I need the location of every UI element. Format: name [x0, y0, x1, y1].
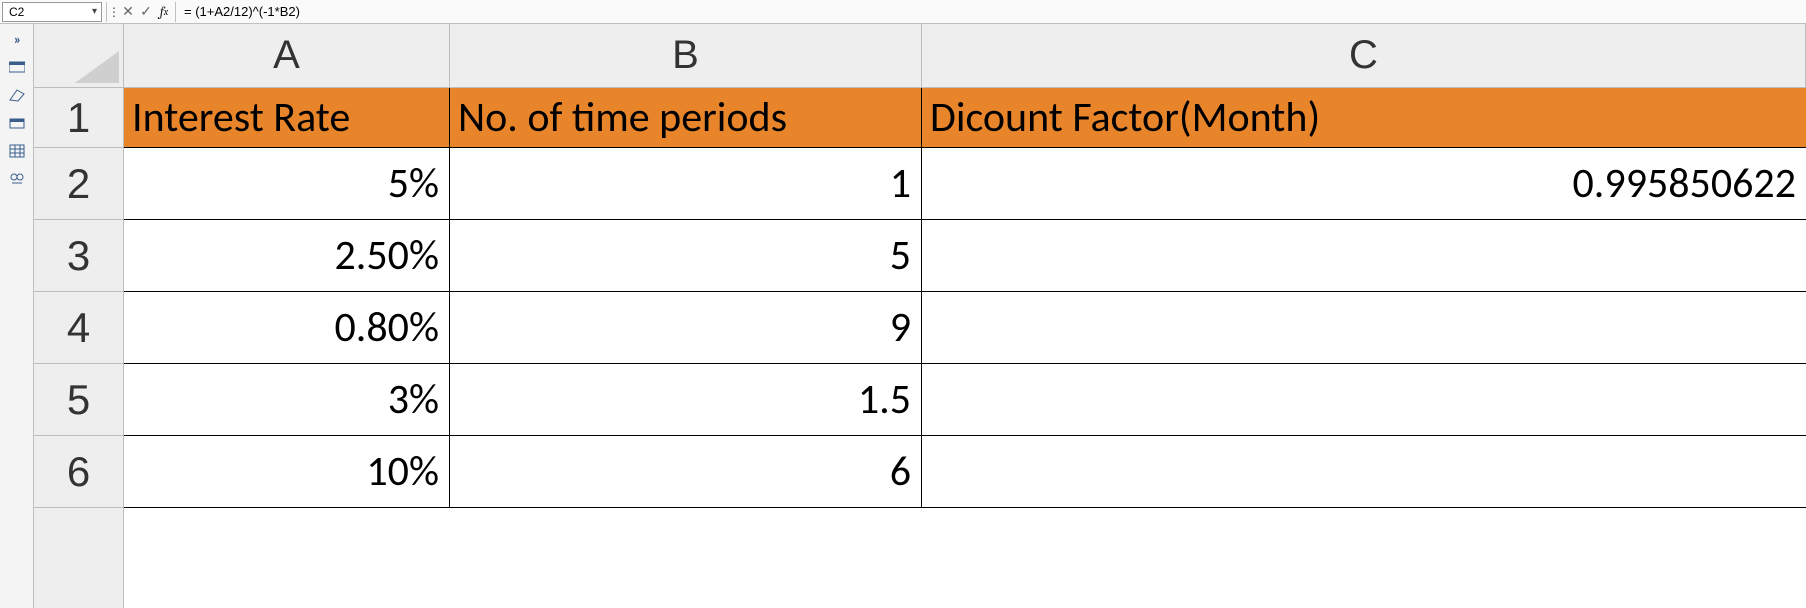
cell-A2[interactable]: 5% — [124, 148, 450, 219]
table-row: 2.50% 5 — [124, 220, 1806, 292]
accept-formula-button[interactable]: ✓ — [137, 2, 155, 22]
cell-B3[interactable]: 5 — [450, 220, 922, 291]
cell-A6[interactable]: 10% — [124, 436, 450, 507]
row-header-2[interactable]: 2 — [34, 148, 123, 220]
cell-C3[interactable] — [922, 220, 1806, 291]
row-header-5[interactable]: 5 — [34, 364, 123, 436]
cell-C1[interactable]: Dicount Factor(Month) — [922, 88, 1806, 147]
row-header-3[interactable]: 3 — [34, 220, 123, 292]
grid-body: Interest Rate No. of time periods Dicoun… — [124, 88, 1806, 608]
cell-C5[interactable] — [922, 364, 1806, 435]
row-header-1[interactable]: 1 — [34, 88, 123, 148]
cell-B2[interactable]: 1 — [450, 148, 922, 219]
column-header-C[interactable]: C — [922, 24, 1806, 87]
column-header-row: A B C — [34, 24, 1806, 88]
column-header-B[interactable]: B — [450, 24, 922, 87]
select-all-corner[interactable] — [34, 24, 124, 87]
row-header-column: 1 2 3 4 5 6 — [34, 88, 124, 608]
chevron-down-icon: ▾ — [92, 6, 97, 17]
functions-icon[interactable] — [6, 170, 28, 188]
table-header-row: Interest Rate No. of time periods Dicoun… — [124, 88, 1806, 148]
cell-A3[interactable]: 2.50% — [124, 220, 450, 291]
cell-B5[interactable]: 1.5 — [450, 364, 922, 435]
name-box[interactable]: C2 ▾ — [2, 2, 102, 22]
table-row: 5% 1 0.995850622 — [124, 148, 1806, 220]
function-wizard-button[interactable]: fx — [155, 2, 173, 22]
cell-B4[interactable]: 9 — [450, 292, 922, 363]
row-header-6[interactable]: 6 — [34, 436, 123, 508]
cell-C4[interactable] — [922, 292, 1806, 363]
cell-C2[interactable]: 0.995850622 — [922, 148, 1806, 219]
cell-A5[interactable]: 3% — [124, 364, 450, 435]
cell-B1[interactable]: No. of time periods — [450, 88, 922, 147]
formula-input[interactable] — [178, 2, 1806, 22]
name-box-value: C2 — [9, 5, 24, 19]
table-row: 3% 1.5 — [124, 364, 1806, 436]
formula-bar-row: C2 ▾ ⋮ ✕ ✓ fx — [0, 0, 1806, 24]
expand-sidebar-icon[interactable]: » — [6, 30, 28, 48]
gallery-icon[interactable] — [6, 114, 28, 132]
cell-A1[interactable]: Interest Rate — [124, 88, 450, 147]
navigator-icon[interactable] — [6, 142, 28, 160]
separator — [175, 2, 176, 22]
spreadsheet: A B C 1 2 3 4 5 6 Interest Rate No. of t… — [34, 24, 1806, 608]
cell-A4[interactable]: 0.80% — [124, 292, 450, 363]
kebab-icon[interactable]: ⋮ — [109, 2, 119, 22]
table-row: 0.80% 9 — [124, 292, 1806, 364]
properties-icon[interactable] — [6, 58, 28, 76]
cell-B6[interactable]: 6 — [450, 436, 922, 507]
column-header-A[interactable]: A — [124, 24, 450, 87]
separator — [106, 2, 107, 22]
styles-icon[interactable] — [6, 86, 28, 104]
vertical-toolbar: » — [0, 24, 34, 608]
table-row: 10% 6 — [124, 436, 1806, 508]
cell-C6[interactable] — [922, 436, 1806, 507]
cancel-formula-button[interactable]: ✕ — [119, 2, 137, 22]
row-header-4[interactable]: 4 — [34, 292, 123, 364]
